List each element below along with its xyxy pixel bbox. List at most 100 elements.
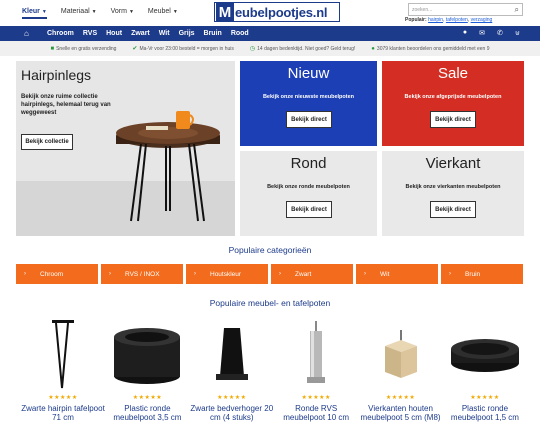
nav-link-rood[interactable]: Rood	[231, 30, 249, 37]
chevron-right-icon: ›	[364, 271, 366, 277]
topnav-item-vorm[interactable]: Vorm ▼	[111, 8, 134, 15]
logo-text: eubelpootjes.nl	[235, 4, 328, 20]
chevron-down-icon: ▼	[128, 9, 134, 15]
tile-nieuw[interactable]: Nieuw Bekijk onze nieuwste meubelpoten B…	[240, 61, 377, 146]
hero-title: Hairpinlegs	[21, 67, 92, 83]
product-name[interactable]: Zwarte bedverhoger 20 cm (4 stuks)	[189, 404, 275, 422]
usp-item: ■ Snelle en gratis verzending	[50, 46, 116, 52]
topnav-label: Kleur	[22, 8, 40, 15]
usp-text: 14 dagen bedenktijd. Niet goed? Geld ter…	[257, 45, 356, 52]
category-wit[interactable]: › Wit	[356, 264, 438, 284]
category-list: › Chroom › RVS / INOX › Houtskleur › Zwart ›…	[16, 264, 524, 284]
topnav-item-meubel[interactable]: Meubel ▼	[148, 8, 178, 15]
clock-icon: ◷	[249, 46, 256, 52]
product-name[interactable]: Plastic ronde meubelpoot 1,5 cm	[442, 404, 528, 422]
account-icons: ● ✉ ✆ ⊍	[463, 29, 520, 37]
popular-link-hairpin[interactable]: hairpin	[428, 17, 443, 23]
wooden-block-image[interactable]	[362, 318, 440, 390]
mail-icon[interactable]: ✉	[479, 29, 485, 37]
rating-stars: ★★★★★	[48, 395, 78, 401]
nav-link-zwart[interactable]: Zwart	[131, 30, 150, 37]
popular-link-verzaging[interactable]: verzaging	[471, 17, 493, 23]
flat-round-foot-image[interactable]	[446, 318, 524, 390]
tile-button[interactable]: Bekijk direct	[430, 111, 476, 128]
chevron-right-icon: ›	[194, 271, 196, 277]
rating-stars: ★★★★★	[385, 395, 416, 401]
product-card[interactable]: ★★★★★ Vierkanten houten meubelpoot 5 cm …	[361, 318, 441, 430]
nav-link-wit[interactable]: Wit	[159, 30, 170, 37]
topnav-item-kleur[interactable]: Kleur ▼	[22, 8, 47, 19]
truck-icon: ■	[50, 45, 55, 52]
steel-leg-image[interactable]	[277, 318, 355, 390]
category-label: Houtskleur	[210, 270, 242, 278]
search-icon[interactable]: ⌕	[515, 5, 519, 15]
category-zwart[interactable]: › Zwart	[271, 264, 353, 284]
tile-sale[interactable]: Sale Bekijk onze afgeprijsde meubelpoten…	[382, 61, 524, 146]
topnav-label: Meubel	[147, 8, 171, 15]
usp-text: Ma-Vr voor 23:00 besteld = morgen in hui…	[139, 45, 234, 52]
search-input[interactable]: zoeken... ⌕	[408, 3, 523, 16]
categories-heading: Populaire categorieën	[228, 245, 312, 255]
category-chroom[interactable]: › Chroom	[16, 264, 98, 284]
user-icon[interactable]: ●	[463, 29, 467, 37]
logo-initial: M	[216, 3, 234, 21]
hero-banner[interactable]: Hairpinlegs Bekijk onze ruime collectie …	[16, 61, 235, 236]
product-card[interactable]: ★★★★★ Plastic ronde meubelpoot 1,5 cm	[446, 318, 524, 430]
tile-subtitle: Bekijk onze afgeprijsde meubelpoten	[404, 94, 502, 100]
cart-icon[interactable]: ⊍	[515, 29, 520, 37]
phone-icon[interactable]: ✆	[497, 29, 503, 37]
nav-link-grijs[interactable]: Grijs	[179, 30, 195, 37]
tile-title: Sale	[437, 65, 469, 82]
hero-description: Bekijk onze ruime collectie hairpinlegs,…	[21, 94, 111, 117]
usp-text: 3079 klanten beoordelen ons gemiddeld me…	[376, 45, 490, 52]
tile-button[interactable]: Bekijk direct	[430, 201, 476, 218]
chevron-right-icon: ›	[109, 271, 111, 277]
tile-subtitle: Bekijk onze vierkanten meubelpoten	[405, 184, 501, 190]
popular-link-tafelpoten[interactable]: tafelpoten	[446, 17, 468, 23]
home-icon[interactable]: ⌂	[24, 29, 38, 38]
tile-title: Nieuw	[287, 65, 330, 82]
product-name[interactable]: Ronde RVS meubelpoot 10 cm	[273, 404, 359, 422]
category-label: RVS / INOX	[125, 270, 160, 278]
nav-link-rvs[interactable]: RVS	[83, 30, 97, 37]
category-label: Zwart	[295, 270, 312, 278]
topnav-item-materiaal[interactable]: Materiaal ▼	[61, 8, 97, 15]
customers-icon: ●	[371, 45, 375, 52]
category-label: Chroom	[40, 270, 64, 278]
category-rvs[interactable]: › RVS / INOX	[101, 264, 183, 284]
main-nav: ⌂ Chroom RVS Hout Zwart Wit Grijs Bruin …	[0, 26, 540, 41]
category-bruin[interactable]: › Bruin	[441, 264, 523, 284]
topnav-label: Vorm	[110, 8, 127, 15]
product-card[interactable]: ★★★★★ Zwarte bedverhoger 20 cm (4 stuks)	[190, 318, 273, 430]
product-card[interactable]: ★★★★★ Zwarte hairpin tafelpoot 71 cm	[21, 318, 105, 430]
tile-button[interactable]: Bekijk direct	[286, 111, 332, 128]
tile-button[interactable]: Bekijk direct	[286, 201, 332, 218]
usp-item: ● 3079 klanten beoordelen ons gemiddeld m…	[371, 46, 489, 52]
chevron-down-icon: ▼	[41, 9, 47, 15]
product-name[interactable]: Zwarte hairpin tafelpoot 71 cm	[20, 404, 106, 422]
nav-link-bruin[interactable]: Bruin	[204, 30, 222, 37]
nav-link-hout[interactable]: Hout	[106, 30, 122, 37]
product-name[interactable]: Plastic ronde meubelpoot 3,5 cm	[104, 404, 190, 422]
nav-link-chroom[interactable]: Chroom	[47, 30, 74, 37]
hero-cta-button[interactable]: Bekijk collectie	[21, 134, 73, 150]
rating-stars: ★★★★★	[132, 395, 163, 401]
chevron-down-icon: ▼	[91, 9, 97, 15]
product-name[interactable]: Vierkanten houten meubelpoot 5 cm (M8)	[358, 404, 444, 422]
round-black-foot-image[interactable]	[108, 318, 186, 390]
hairpin-leg-image[interactable]	[24, 318, 102, 390]
table-illustration	[116, 111, 220, 222]
usp-text: Snelle en gratis verzending	[56, 45, 117, 52]
tile-rond[interactable]: Rond Bekijk onze ronde meubelpoten Bekij…	[240, 151, 377, 236]
product-card[interactable]: ★★★★★ Ronde RVS meubelpoot 10 cm	[277, 318, 355, 430]
site-logo[interactable]: M eubelpootjes.nl	[214, 2, 340, 22]
product-card[interactable]: ★★★★★ Plastic ronde meubelpoot 3,5 cm	[108, 318, 186, 430]
tile-vierkant[interactable]: Vierkant Bekijk onze vierkanten meubelpo…	[382, 151, 524, 236]
product-list: ★★★★★ Zwarte hairpin tafelpoot 71 cm ★★★…	[21, 318, 524, 430]
bed-riser-image[interactable]	[193, 318, 271, 390]
category-houtskleur[interactable]: › Houtskleur	[186, 264, 268, 284]
usp-bar: ■ Snelle en gratis verzending ✔ Ma-Vr voor…	[0, 41, 540, 56]
rating-stars: ★★★★★	[301, 395, 331, 401]
tile-title: Rond	[290, 155, 327, 172]
category-label: Bruin	[465, 270, 481, 278]
